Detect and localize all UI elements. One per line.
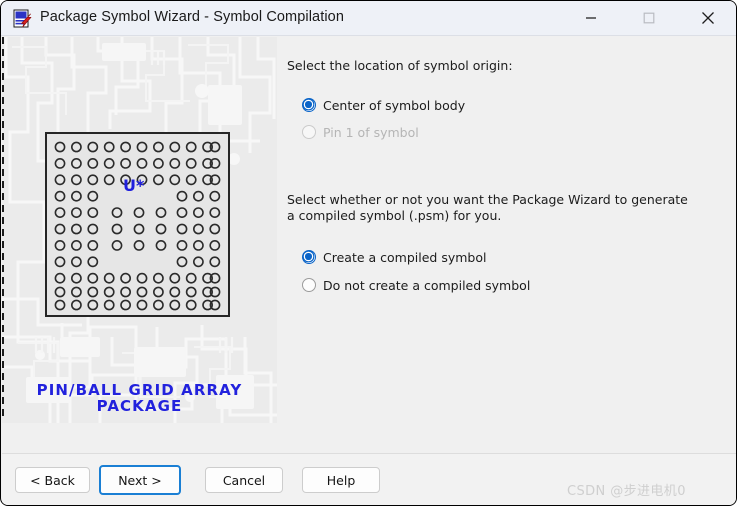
illustration-caption-line2: PACKAGE xyxy=(96,396,183,415)
bga-pad-matrix xyxy=(54,141,221,311)
radio-label: Create a compiled symbol xyxy=(323,249,487,265)
package-wizard-icon xyxy=(13,9,32,28)
radio-indicator xyxy=(302,98,316,112)
origin-prompt-label: Select the location of symbol origin: xyxy=(287,58,513,73)
minimize-icon[interactable] xyxy=(568,1,614,35)
symbol-reference-label: U* xyxy=(123,176,145,195)
back-button[interactable]: < Back xyxy=(15,467,90,493)
close-icon[interactable] xyxy=(685,1,731,35)
radio-do-not-create-compiled-symbol[interactable]: Do not create a compiled symbol xyxy=(302,276,530,294)
radio-indicator xyxy=(302,250,316,264)
illustration-caption: PIN/BALL GRID ARRAY PACKAGE xyxy=(2,382,277,415)
radio-indicator xyxy=(302,278,316,292)
wizard-window: Package Symbol Wizard - Symbol Compilati… xyxy=(0,0,737,506)
radio-label: Center of symbol body xyxy=(323,97,466,113)
package-illustration-panel: U* PIN/BALL GRID ARRAY PACKAGE xyxy=(2,37,277,423)
maximize-icon[interactable] xyxy=(626,1,672,35)
radio-label: Do not create a compiled symbol xyxy=(323,277,531,293)
window-title: Package Symbol Wizard - Symbol Compilati… xyxy=(40,9,344,25)
help-button[interactable]: Help xyxy=(302,467,380,493)
next-button[interactable]: Next > xyxy=(99,465,181,495)
bga-package-body: U* xyxy=(45,132,230,317)
radio-create-compiled-symbol[interactable]: Create a compiled symbol xyxy=(302,248,486,266)
cancel-button[interactable]: Cancel xyxy=(205,467,283,493)
csdn-watermark: CSDN @步进电机0 xyxy=(567,484,686,499)
radio-center-of-symbol-body[interactable]: Center of symbol body xyxy=(302,96,465,114)
radio-pin-1-of-symbol: Pin 1 of symbol xyxy=(302,123,419,141)
compile-prompt-label: Select whether or not you want the Packa… xyxy=(287,192,688,223)
radio-indicator xyxy=(302,125,316,139)
radio-label: Pin 1 of symbol xyxy=(323,124,419,140)
title-bar: Package Symbol Wizard - Symbol Compilati… xyxy=(1,1,736,36)
wizard-content-pane: Select the location of symbol origin: Ce… xyxy=(278,37,736,423)
